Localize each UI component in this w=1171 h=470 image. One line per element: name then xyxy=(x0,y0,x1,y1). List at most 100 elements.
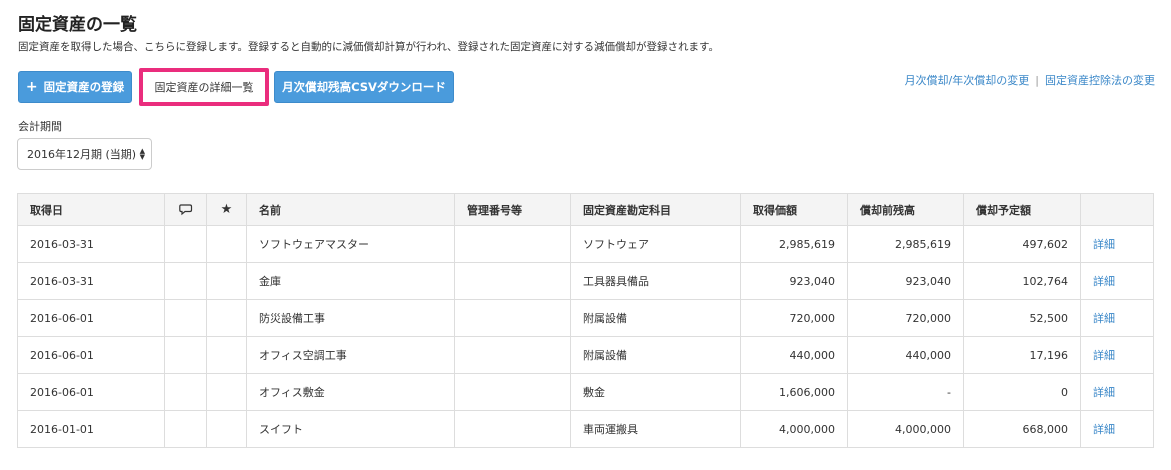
cell-comment xyxy=(164,262,207,300)
detail-link[interactable]: 詳細 xyxy=(1093,238,1115,251)
cell-account: 工具器具備品 xyxy=(570,262,741,300)
detail-link[interactable]: 詳細 xyxy=(1093,275,1115,288)
cell-balance: 440,000 xyxy=(847,336,964,374)
cell-date: 2016-03-31 xyxy=(17,225,165,263)
cell-comment xyxy=(164,410,207,448)
csv-download-button[interactable]: 月次償却残高CSVダウンロード xyxy=(274,71,454,103)
header-acquired-date[interactable]: 取得日 xyxy=(17,193,165,226)
period-selected-value: 2016年12月期 (当期) xyxy=(27,148,137,161)
detail-link[interactable]: 詳細 xyxy=(1093,312,1115,325)
change-deduction-link[interactable]: 固定資産控除法の変更 xyxy=(1045,74,1155,87)
cell-price: 1,606,000 xyxy=(740,373,848,411)
change-depreciation-link[interactable]: 月次償却/年次償却の変更 xyxy=(905,74,1030,87)
header-detail xyxy=(1080,193,1154,226)
cell-name: 金庫 xyxy=(246,262,455,300)
cell-name: ソフトウェアマスター xyxy=(246,225,455,263)
cell-name: スイフト xyxy=(246,410,455,448)
header-star: ★ xyxy=(206,193,247,226)
plus-icon: + xyxy=(25,79,38,95)
comment-icon xyxy=(178,204,192,216)
header-management-no[interactable]: 管理番号等 xyxy=(454,193,571,226)
cell-planned: 52,500 xyxy=(963,299,1081,337)
cell-planned: 102,764 xyxy=(963,262,1081,300)
table-row: 2016-06-01 オフィス空調工事 附属設備 440,000 440,000… xyxy=(17,336,1154,374)
header-account[interactable]: 固定資産勘定科目 xyxy=(570,193,741,226)
cell-price: 4,000,000 xyxy=(740,410,848,448)
detail-link[interactable]: 詳細 xyxy=(1093,349,1115,362)
page-title: 固定資産の一覧 xyxy=(18,15,137,35)
cell-name: 防災設備工事 xyxy=(246,299,455,337)
cell-comment xyxy=(164,336,207,374)
cell-star xyxy=(206,262,247,300)
cell-planned: 17,196 xyxy=(963,336,1081,374)
star-icon: ★ xyxy=(220,202,233,217)
cell-detail: 詳細 xyxy=(1080,410,1154,448)
cell-date: 2016-06-01 xyxy=(17,299,165,337)
cell-star xyxy=(206,336,247,374)
cell-account: 敷金 xyxy=(570,373,741,411)
cell-comment xyxy=(164,225,207,263)
link-separator: | xyxy=(1035,74,1039,87)
table-row: 2016-03-31 ソフトウェアマスター ソフトウェア 2,985,619 2… xyxy=(17,225,1154,263)
asset-detail-list-label: 固定資産の詳細一覧 xyxy=(154,81,254,94)
detail-link[interactable]: 詳細 xyxy=(1093,423,1115,436)
header-pre-depreciation-balance[interactable]: 償却前残高 xyxy=(847,193,964,226)
cell-star xyxy=(206,410,247,448)
select-arrows-icon: ▲ ▼ xyxy=(139,147,145,161)
cell-detail: 詳細 xyxy=(1080,336,1154,374)
cell-detail: 詳細 xyxy=(1080,299,1154,337)
cell-comment xyxy=(164,299,207,337)
cell-star xyxy=(206,225,247,263)
register-asset-button[interactable]: + 固定資産の登録 xyxy=(18,71,132,103)
cell-balance: 4,000,000 xyxy=(847,410,964,448)
cell-price: 440,000 xyxy=(740,336,848,374)
cell-price: 923,040 xyxy=(740,262,848,300)
cell-planned: 0 xyxy=(963,373,1081,411)
header-name[interactable]: 名前 xyxy=(246,193,455,226)
table-row: 2016-06-01 防災設備工事 附属設備 720,000 720,000 5… xyxy=(17,299,1154,337)
period-select[interactable]: 2016年12月期 (当期) ▲ ▼ xyxy=(17,138,152,170)
cell-star xyxy=(206,299,247,337)
cell-detail: 詳細 xyxy=(1080,373,1154,411)
cell-balance: 923,040 xyxy=(847,262,964,300)
cell-date: 2016-03-31 xyxy=(17,262,165,300)
cell-management-no xyxy=(454,299,571,337)
csv-download-label: 月次償却残高CSVダウンロード xyxy=(282,80,446,94)
cell-detail: 詳細 xyxy=(1080,225,1154,263)
detail-link[interactable]: 詳細 xyxy=(1093,386,1115,399)
cell-price: 720,000 xyxy=(740,299,848,337)
cell-name: オフィス敷金 xyxy=(246,373,455,411)
cell-price: 2,985,619 xyxy=(740,225,848,263)
cell-management-no xyxy=(454,373,571,411)
cell-comment xyxy=(164,373,207,411)
cell-name: オフィス空調工事 xyxy=(246,336,455,374)
asset-table: 取得日 ★ 名前 管理番号等 固定資産勘定科目 取得価額 償却前残高 償却予定額… xyxy=(17,193,1154,448)
asset-detail-list-button[interactable]: 固定資産の詳細一覧 xyxy=(139,68,269,106)
top-links: 月次償却/年次償却の変更 | 固定資産控除法の変更 xyxy=(905,72,1155,88)
cell-management-no xyxy=(454,262,571,300)
cell-date: 2016-06-01 xyxy=(17,373,165,411)
header-acquisition-price[interactable]: 取得価額 xyxy=(740,193,848,226)
period-label: 会計期間 xyxy=(18,120,62,133)
register-asset-label: 固定資産の登録 xyxy=(43,80,125,94)
cell-balance: 720,000 xyxy=(847,299,964,337)
cell-management-no xyxy=(454,336,571,374)
cell-star xyxy=(206,373,247,411)
cell-account: ソフトウェア xyxy=(570,225,741,263)
cell-detail: 詳細 xyxy=(1080,262,1154,300)
table-header-row: 取得日 ★ 名前 管理番号等 固定資産勘定科目 取得価額 償却前残高 償却予定額 xyxy=(17,193,1154,226)
page-description: 固定資産を取得した場合、こちらに登録します。登録すると自動的に減価償却計算が行わ… xyxy=(18,41,719,53)
cell-management-no xyxy=(454,410,571,448)
cell-account: 附属設備 xyxy=(570,336,741,374)
cell-date: 2016-06-01 xyxy=(17,336,165,374)
header-comment xyxy=(164,193,207,226)
cell-balance: - xyxy=(847,373,964,411)
table-row: 2016-03-31 金庫 工具器具備品 923,040 923,040 102… xyxy=(17,262,1154,300)
cell-planned: 668,000 xyxy=(963,410,1081,448)
header-planned-depreciation[interactable]: 償却予定額 xyxy=(963,193,1081,226)
cell-account: 附属設備 xyxy=(570,299,741,337)
cell-account: 車両運搬具 xyxy=(570,410,741,448)
cell-date: 2016-01-01 xyxy=(17,410,165,448)
table-row: 2016-06-01 オフィス敷金 敷金 1,606,000 - 0 詳細 xyxy=(17,373,1154,411)
cell-balance: 2,985,619 xyxy=(847,225,964,263)
